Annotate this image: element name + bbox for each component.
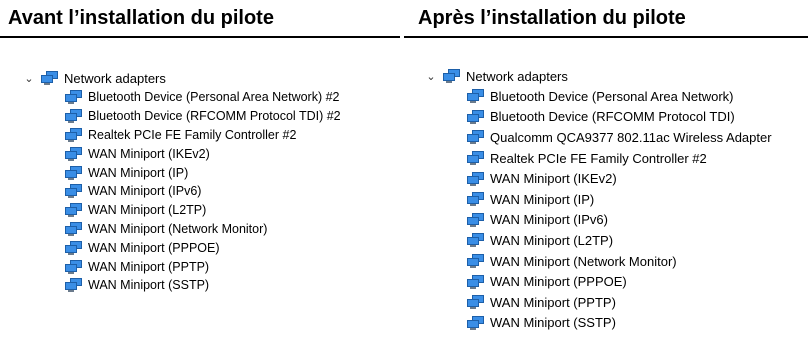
adapter-item[interactable]: WAN Miniport (IKEv2) bbox=[64, 144, 400, 163]
adapter-item[interactable]: Qualcomm QCA9377 802.11ac Wireless Adapt… bbox=[466, 127, 808, 148]
chevron-down-icon[interactable]: ⌄ bbox=[422, 70, 440, 83]
before-title: Avant l’installation du pilote bbox=[0, 0, 400, 38]
network-adapter-icon bbox=[467, 109, 484, 124]
adapter-item[interactable]: WAN Miniport (PPPOE) bbox=[466, 271, 808, 292]
adapter-label: WAN Miniport (IKEv2) bbox=[88, 146, 210, 161]
network-adapter-icon bbox=[467, 274, 484, 289]
network-adapter-icon bbox=[467, 233, 484, 248]
network-adapter-icon bbox=[467, 295, 484, 310]
adapter-list: Bluetooth Device (Personal Area Network)… bbox=[64, 88, 400, 295]
network-adapter-icon bbox=[65, 240, 82, 255]
network-adapter-icon bbox=[467, 130, 484, 145]
category-network-adapters[interactable]: ⌄ Network adapters bbox=[404, 66, 808, 86]
category-label: Network adapters bbox=[64, 70, 166, 86]
adapter-label: WAN Miniport (IPv6) bbox=[490, 212, 608, 228]
adapter-label: Realtek PCIe FE Family Controller #2 bbox=[490, 150, 707, 166]
adapter-label: WAN Miniport (PPTP) bbox=[490, 294, 616, 310]
adapter-label: WAN Miniport (L2TP) bbox=[490, 232, 614, 248]
adapter-item[interactable]: WAN Miniport (IP) bbox=[466, 189, 808, 210]
adapter-item[interactable]: WAN Miniport (SSTP) bbox=[64, 276, 400, 295]
adapter-label: WAN Miniport (Network Monitor) bbox=[88, 221, 268, 236]
network-adapter-icon bbox=[443, 69, 460, 83]
network-adapter-icon bbox=[65, 127, 82, 142]
network-adapter-icon bbox=[65, 90, 82, 105]
network-adapter-icon bbox=[41, 71, 58, 85]
adapter-item[interactable]: Bluetooth Device (RFCOMM Protocol TDI) bbox=[466, 107, 808, 128]
adapter-label: WAN Miniport (L2TP) bbox=[88, 203, 207, 218]
network-adapter-icon bbox=[65, 278, 82, 293]
network-adapter-icon bbox=[467, 254, 484, 269]
network-adapter-icon bbox=[65, 259, 82, 274]
network-adapter-icon bbox=[65, 146, 82, 161]
category-network-adapters[interactable]: ⌄ Network adapters bbox=[0, 68, 400, 88]
adapter-list: Bluetooth Device (Personal Area Network)… bbox=[466, 86, 808, 333]
adapter-item[interactable]: WAN Miniport (PPTP) bbox=[466, 292, 808, 313]
adapter-item[interactable]: WAN Miniport (L2TP) bbox=[64, 201, 400, 220]
adapter-item[interactable]: WAN Miniport (PPPOE) bbox=[64, 238, 400, 257]
adapter-label: WAN Miniport (Network Monitor) bbox=[490, 253, 677, 269]
adapter-item[interactable]: Realtek PCIe FE Family Controller #2 bbox=[64, 126, 400, 145]
adapter-label: WAN Miniport (IKEv2) bbox=[490, 171, 617, 187]
adapter-item[interactable]: WAN Miniport (L2TP) bbox=[466, 230, 808, 251]
adapter-item[interactable]: WAN Miniport (PPTP) bbox=[64, 257, 400, 276]
network-adapter-icon bbox=[467, 212, 484, 227]
adapter-item[interactable]: WAN Miniport (IKEv2) bbox=[466, 168, 808, 189]
adapter-label: WAN Miniport (PPTP) bbox=[88, 259, 210, 274]
network-adapter-icon bbox=[65, 221, 82, 236]
adapter-item[interactable]: WAN Miniport (IPv6) bbox=[466, 210, 808, 231]
adapter-label: Bluetooth Device (RFCOMM Protocol TDI) bbox=[490, 109, 735, 125]
adapter-item[interactable]: WAN Miniport (IP) bbox=[64, 163, 400, 182]
adapter-label: WAN Miniport (IP) bbox=[88, 165, 189, 180]
adapter-label: WAN Miniport (SSTP) bbox=[88, 278, 210, 293]
adapter-label: Bluetooth Device (RFCOMM Protocol TDI) #… bbox=[88, 109, 341, 124]
adapter-label: WAN Miniport (PPPOE) bbox=[88, 240, 220, 255]
device-tree-before: ⌄ Network adapters Bluetooth Device (Per… bbox=[0, 68, 400, 295]
network-adapter-icon bbox=[65, 165, 82, 180]
after-title: Après l’installation du pilote bbox=[404, 0, 808, 38]
before-panel: Avant l’installation du pilote ⌄ Network… bbox=[0, 0, 400, 295]
adapter-item[interactable]: WAN Miniport (SSTP) bbox=[466, 313, 808, 334]
adapter-label: WAN Miniport (IP) bbox=[490, 191, 595, 207]
adapter-label: WAN Miniport (PPPOE) bbox=[490, 274, 627, 290]
adapter-label: WAN Miniport (SSTP) bbox=[490, 315, 616, 331]
adapter-item[interactable]: Bluetooth Device (Personal Area Network) bbox=[466, 86, 808, 107]
after-panel: Après l’installation du pilote ⌄ Network… bbox=[404, 0, 808, 333]
adapter-label: Qualcomm QCA9377 802.11ac Wireless Adapt… bbox=[490, 129, 772, 145]
category-label: Network adapters bbox=[466, 68, 568, 84]
adapter-label: Realtek PCIe FE Family Controller #2 bbox=[88, 127, 297, 142]
network-adapter-icon bbox=[467, 151, 484, 166]
network-adapter-icon bbox=[467, 171, 484, 186]
network-adapter-icon bbox=[467, 89, 484, 104]
network-adapter-icon bbox=[467, 315, 484, 330]
network-adapter-icon bbox=[65, 184, 82, 199]
chevron-down-icon[interactable]: ⌄ bbox=[20, 72, 38, 85]
adapter-item[interactable]: WAN Miniport (Network Monitor) bbox=[64, 220, 400, 239]
adapter-item[interactable]: WAN Miniport (Network Monitor) bbox=[466, 251, 808, 272]
adapter-item[interactable]: Realtek PCIe FE Family Controller #2 bbox=[466, 148, 808, 169]
device-tree-after: ⌄ Network adapters Bluetooth Device (Per… bbox=[404, 66, 808, 333]
adapter-label: Bluetooth Device (Personal Area Network)… bbox=[88, 90, 340, 105]
adapter-item[interactable]: Bluetooth Device (RFCOMM Protocol TDI) #… bbox=[64, 107, 400, 126]
adapter-label: Bluetooth Device (Personal Area Network) bbox=[490, 88, 734, 104]
network-adapter-icon bbox=[65, 203, 82, 218]
adapter-item[interactable]: Bluetooth Device (Personal Area Network)… bbox=[64, 88, 400, 107]
adapter-label: WAN Miniport (IPv6) bbox=[88, 184, 202, 199]
network-adapter-icon bbox=[65, 109, 82, 124]
network-adapter-icon bbox=[467, 192, 484, 207]
adapter-item[interactable]: WAN Miniport (IPv6) bbox=[64, 182, 400, 201]
